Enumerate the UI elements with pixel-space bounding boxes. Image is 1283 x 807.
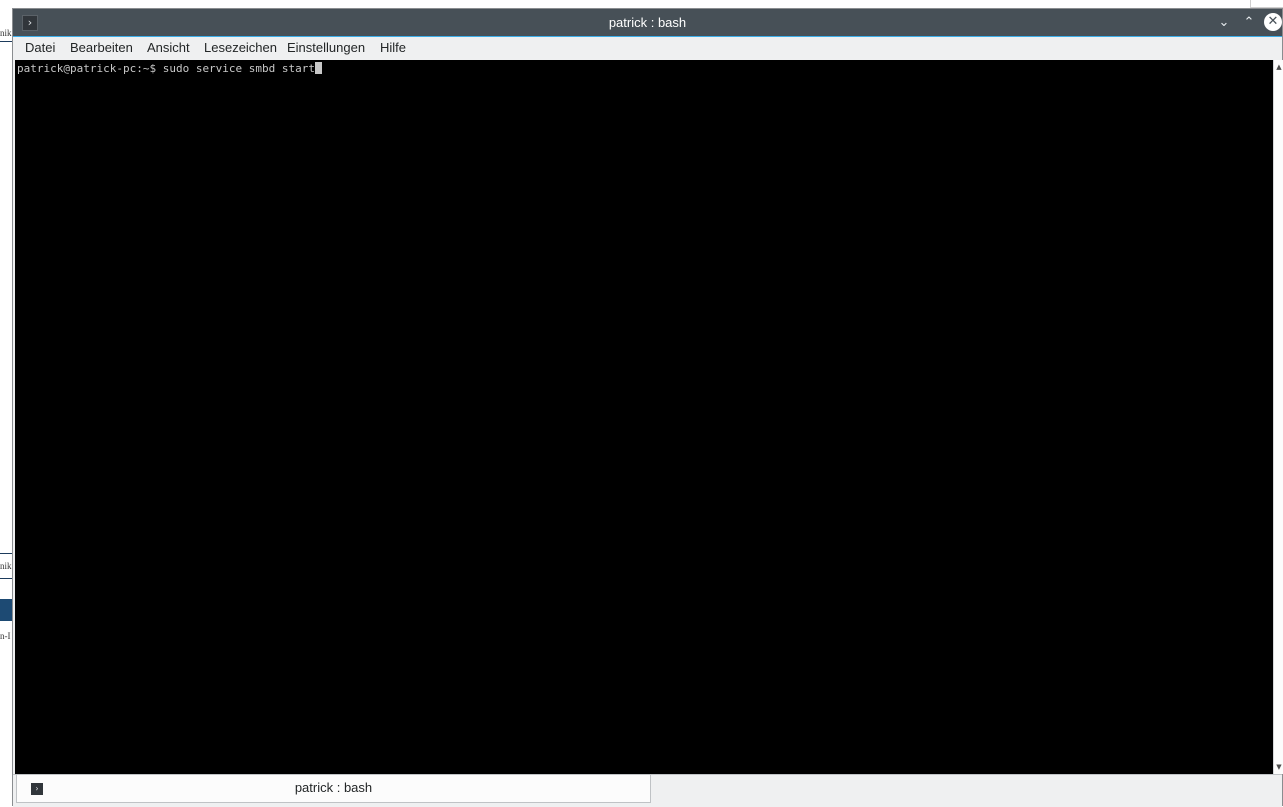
menu-bar: Datei Bearbeiten Ansicht Lesezeichen Ein…	[13, 37, 1282, 59]
vertical-scrollbar[interactable]: ▲ ▼	[1273, 60, 1283, 774]
menu-ansicht[interactable]: Ansicht	[147, 37, 190, 59]
tab-patrick-bash[interactable]: › patrick : bash	[16, 775, 651, 803]
menu-bearbeiten[interactable]: Bearbeiten	[70, 37, 133, 59]
text-cursor	[315, 62, 323, 74]
typed-command: sudo service smbd start	[162, 62, 316, 75]
title-bar[interactable]: › patrick : bash ⌄ ⌃ ✕	[13, 9, 1282, 37]
menu-hilfe[interactable]: Hilfe	[380, 37, 406, 59]
tab-bar: › patrick : bash	[13, 774, 1282, 807]
close-icon[interactable]: ✕	[1264, 13, 1282, 31]
shell-prompt: patrick@patrick-pc:~$	[17, 62, 163, 75]
background-blue-bar	[0, 599, 12, 621]
scroll-track[interactable]	[1275, 72, 1283, 762]
background-text-fragment: nik	[0, 25, 12, 42]
terminal-line: patrick@patrick-pc:~$ sudo service smbd …	[17, 62, 323, 76]
background-window-edge: nik nik n-I	[0, 0, 12, 806]
terminal-area[interactable]: patrick@patrick-pc:~$ sudo service smbd …	[15, 60, 1273, 774]
chevron-down-icon[interactable]: ⌄	[1215, 14, 1233, 32]
menu-datei[interactable]: Datei	[25, 37, 55, 59]
menu-lesezeichen[interactable]: Lesezeichen	[204, 37, 277, 59]
scroll-down-icon[interactable]: ▼	[1274, 762, 1283, 772]
background-window-corner	[1250, 0, 1283, 8]
tab-label: patrick : bash	[294, 780, 373, 795]
scroll-up-icon[interactable]: ▲	[1274, 62, 1283, 72]
background-text-fragment: nik	[0, 553, 12, 579]
chevron-up-icon[interactable]: ⌃	[1240, 14, 1258, 32]
menu-einstellungen[interactable]: Einstellungen	[287, 37, 365, 59]
background-text-fragment: n-I	[0, 631, 11, 641]
konsole-window: › patrick : bash ⌄ ⌃ ✕ Datei Bearbeiten …	[12, 8, 1283, 807]
window-title: patrick : bash	[608, 15, 687, 30]
